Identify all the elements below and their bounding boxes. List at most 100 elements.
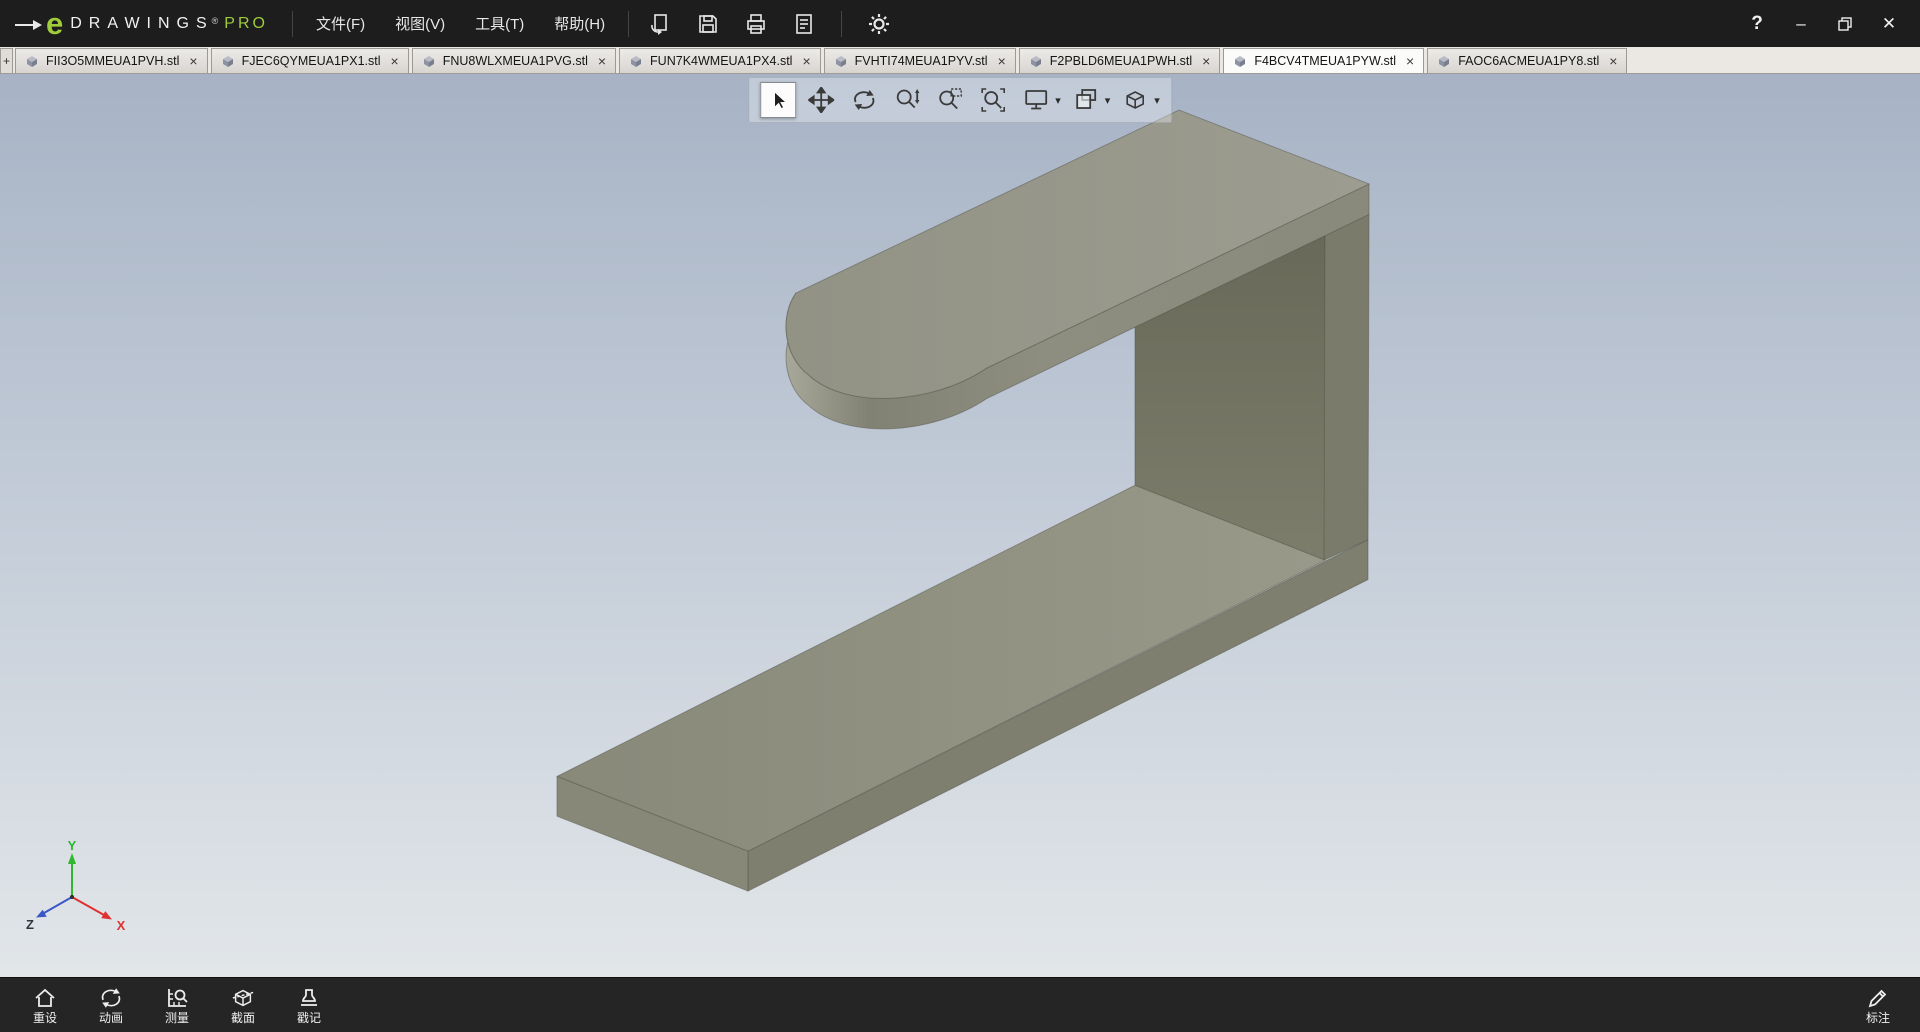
model-base-top-face [557,485,1325,851]
tab-label: FII3O5MMEUA1PVH.stl [46,54,179,68]
rotate-icon [851,87,877,113]
tab-file-5[interactable]: FVHTI74MEUA1PYV.stl × [824,48,1016,73]
chevron-down-icon[interactable]: ▾ [1154,94,1160,107]
zoom-tool-button[interactable] [889,82,925,118]
menu-tools[interactable]: 工具(T) [462,6,537,41]
maximize-button[interactable] [1828,9,1862,39]
logo-reg: ® [212,16,219,26]
print-button[interactable] [735,7,777,41]
help-button[interactable]: ? [1740,9,1774,39]
part-icon [1233,54,1247,68]
part-icon [834,54,848,68]
y-axis-arrow [68,853,76,864]
pan-tool-button[interactable] [803,82,839,118]
tab-file-8[interactable]: FAOC6ACMEUA1PY8.stl × [1427,48,1627,73]
tab-close-icon[interactable]: × [1609,54,1617,68]
monitor-icon [1023,87,1049,113]
preview-button[interactable] [783,7,825,41]
measure-icon [165,986,189,1010]
tab-file-6[interactable]: F2PBLD6MEUA1PWH.stl × [1019,48,1221,73]
chevron-down-icon[interactable]: ▾ [1055,94,1061,107]
open-button[interactable] [639,7,681,41]
tab-file-2[interactable]: FJEC6QYMEUA1PX1.stl × [211,48,409,73]
zoom-icon [894,87,920,113]
menu-help[interactable]: 帮助(H) [541,6,618,41]
view-orientation-button[interactable] [1117,82,1153,118]
measure-button[interactable]: 测量 [144,986,210,1024]
close-button[interactable]: ✕ [1872,9,1906,39]
markup-button[interactable]: 标注 [1848,986,1908,1024]
save-button[interactable] [687,7,729,41]
tab-close-icon[interactable]: × [802,54,810,68]
animate-button[interactable]: 动画 [78,986,144,1024]
z-axis-label: Z [26,917,34,932]
save-floppy-icon [696,12,720,36]
tab-close-icon[interactable]: × [598,54,606,68]
logo-e: e [46,8,63,39]
bottom-item-label: 动画 [99,1012,123,1024]
viewport-3d[interactable]: ▾ ▾ ▾ Y X [0,74,1920,977]
axis-triad: Y X Z [22,839,132,935]
tab-file-7-active[interactable]: F4BCV4TMEUA1PYW.stl × [1223,48,1424,73]
tab-label: FJEC6QYMEUA1PX1.stl [242,54,381,68]
menu-view[interactable]: 视图(V) [382,6,458,41]
tab-label: FVHTI74MEUA1PYV.stl [855,54,988,68]
view-orientation-group: ▾ [1117,82,1160,118]
tab-close-icon[interactable]: × [189,54,197,68]
tab-overflow-stub[interactable]: + [0,48,13,73]
pencil-icon [1866,986,1890,1010]
tab-close-icon[interactable]: × [998,54,1006,68]
logo-arrow-icon [14,11,44,37]
z-axis-arrow [36,910,47,918]
view-toolbar: ▾ ▾ ▾ [748,77,1172,123]
tab-close-icon[interactable]: × [1406,54,1414,68]
part-icon [221,54,235,68]
tab-label: FNU8WLXMEUA1PVG.stl [443,54,588,68]
appearance-button[interactable] [1068,82,1104,118]
cube-icon [1122,87,1148,113]
tab-bar: + FII3O5MMEUA1PVH.stl × FJEC6QYMEUA1PX1.… [0,47,1920,74]
tab-label: FAOC6ACMEUA1PY8.stl [1458,54,1599,68]
reset-button[interactable]: 重设 [12,986,78,1024]
settings-button[interactable] [858,7,900,41]
tab-close-icon[interactable]: × [391,54,399,68]
display-mode-button[interactable] [1018,82,1054,118]
titlebar: e DRAWINGS ® PRO 文件(F) 视图(V) 工具(T) 帮助(H) [0,0,1920,47]
zoom-fit-icon [980,87,1006,113]
open-file-icon [648,12,672,36]
appearance-group: ▾ [1068,82,1111,118]
part-icon [422,54,436,68]
chevron-down-icon[interactable]: ▾ [1105,94,1111,107]
x-axis-arrow [101,911,112,919]
bottom-toolbar: 重设 动画 测量 截面 戳记 [0,977,1920,1032]
x-axis-label: X [117,918,126,933]
section-button[interactable]: 截面 [210,986,276,1024]
section-icon [231,986,255,1010]
tab-close-icon[interactable]: × [1202,54,1210,68]
titlebar-separator [841,11,842,37]
settings-gear-icon [867,12,891,36]
minimize-button[interactable]: – [1784,9,1818,39]
menubar: 文件(F) 视图(V) 工具(T) 帮助(H) [303,6,618,41]
tab-label: F2PBLD6MEUA1PWH.stl [1050,54,1192,68]
stamp-button[interactable]: 戳记 [276,986,342,1024]
appearance-icon [1073,87,1099,113]
menu-file[interactable]: 文件(F) [303,6,378,41]
bottom-item-label: 测量 [165,1012,189,1024]
titlebar-separator [292,11,293,37]
tab-file-1[interactable]: FII3O5MMEUA1PVH.stl × [15,48,208,73]
zoom-window-tool-button[interactable] [932,82,968,118]
titlebar-toolbar [639,7,900,41]
y-axis-label: Y [68,839,77,853]
restore-window-icon [1837,16,1853,32]
stamp-icon [297,986,321,1010]
part-icon [1029,54,1043,68]
home-icon [33,986,57,1010]
tab-file-4[interactable]: FUN7K4WMEUA1PX4.stl × [619,48,821,73]
rotate-tool-button[interactable] [846,82,882,118]
tab-file-3[interactable]: FNU8WLXMEUA1PVG.stl × [412,48,616,73]
select-tool-button[interactable] [760,82,796,118]
titlebar-separator [628,11,629,37]
zoom-fit-tool-button[interactable] [975,82,1011,118]
logo-pro: PRO [224,15,268,33]
